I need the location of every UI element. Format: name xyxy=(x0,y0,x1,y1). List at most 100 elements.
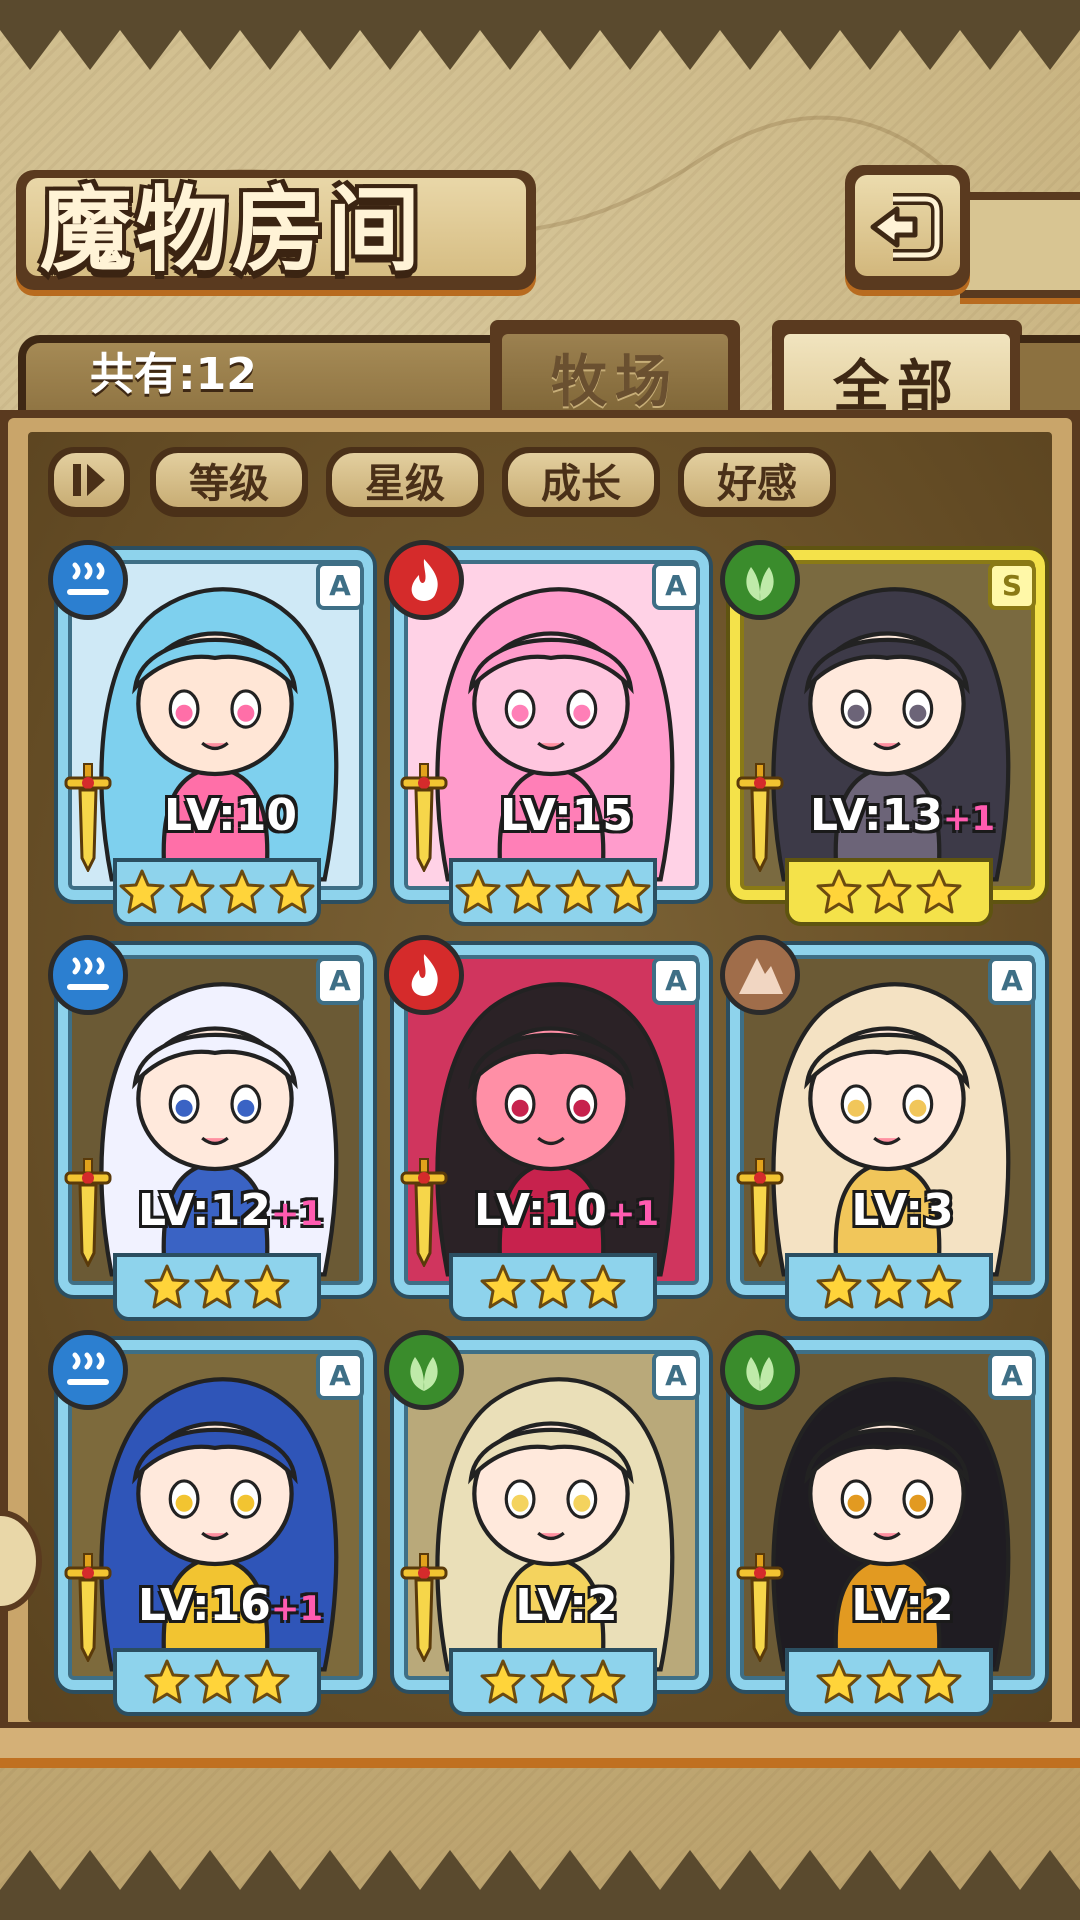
star-icon xyxy=(866,1659,912,1704)
monster-level: LV:2 xyxy=(444,1578,689,1634)
sword-icon xyxy=(400,1553,448,1662)
star-icon xyxy=(866,1264,912,1309)
level-value: LV:10 xyxy=(164,790,297,841)
star-rating xyxy=(785,1648,993,1716)
star-rating xyxy=(785,858,993,926)
monster-level: LV:12+1 xyxy=(108,1183,353,1239)
back-button[interactable] xyxy=(845,165,970,290)
star-icon xyxy=(194,1659,240,1704)
plant-element-icon xyxy=(384,1330,464,1410)
monster-card[interactable]: A LV:2 xyxy=(720,1330,1045,1716)
rank-badge: A xyxy=(652,1352,700,1400)
level-value: LV:3 xyxy=(851,1185,954,1236)
sort-by-affection-button[interactable]: 好感 xyxy=(678,447,836,517)
star-rating xyxy=(113,1648,321,1716)
star-icon xyxy=(605,869,651,914)
star-icon xyxy=(816,1659,862,1704)
sort-order-toggle[interactable] xyxy=(48,447,130,517)
monster-card[interactable]: A LV:3 xyxy=(720,935,1045,1321)
star-icon xyxy=(119,869,165,914)
rank-badge: A xyxy=(988,1352,1036,1400)
rank-badge: A xyxy=(652,957,700,1005)
monster-level: LV:10+1 xyxy=(444,1183,689,1239)
tab-ranch-label: 牧场 xyxy=(502,334,728,420)
monster-level: LV:10 xyxy=(108,788,353,844)
level-bonus: +1 xyxy=(606,1194,660,1234)
sort-by-affection-label: 好感 xyxy=(684,453,830,507)
earth-element-icon xyxy=(720,935,800,1015)
top-zigzag-border xyxy=(0,0,1080,70)
level-bonus: +1 xyxy=(270,1589,324,1629)
star-icon xyxy=(244,1659,290,1704)
fire-element-icon xyxy=(384,935,464,1015)
star-icon xyxy=(916,869,962,914)
monster-level: LV:3 xyxy=(780,1183,1025,1239)
star-rating xyxy=(449,858,657,926)
back-button-bar xyxy=(960,192,1080,298)
monster-level: LV:13+1 xyxy=(780,788,1025,844)
sort-by-level-label: 等级 xyxy=(156,453,302,507)
star-icon xyxy=(219,869,265,914)
monster-card[interactable]: A LV:10+1 xyxy=(384,935,709,1321)
sword-icon xyxy=(400,1158,448,1267)
level-value: LV:2 xyxy=(851,1580,954,1631)
star-icon xyxy=(580,1659,626,1704)
star-icon xyxy=(144,1659,190,1704)
rank-badge: A xyxy=(316,562,364,610)
monster-card[interactable]: A LV:10 xyxy=(48,540,373,926)
level-value: LV:16 xyxy=(137,1580,271,1631)
level-bonus: +1 xyxy=(270,1194,324,1234)
monster-level: LV:2 xyxy=(780,1578,1025,1634)
sword-icon xyxy=(64,1553,112,1662)
monster-card[interactable]: A LV:2 xyxy=(384,1330,709,1716)
sword-icon xyxy=(736,763,784,872)
star-icon xyxy=(144,1264,190,1309)
water-element-icon xyxy=(48,1330,128,1410)
star-rating xyxy=(113,1253,321,1321)
star-icon xyxy=(194,1264,240,1309)
level-value: LV:15 xyxy=(500,790,633,841)
monster-count: 共有:12 xyxy=(90,349,257,400)
star-icon xyxy=(866,869,912,914)
sort-by-level-button[interactable]: 等级 xyxy=(150,447,308,517)
return-arrow-icon xyxy=(870,192,943,261)
tab-ranch[interactable]: 牧场 xyxy=(490,320,740,420)
level-value: LV:12 xyxy=(137,1185,271,1236)
monster-level: LV:15 xyxy=(444,788,689,844)
monster-level: LV:16+1 xyxy=(108,1578,353,1634)
monster-card[interactable]: A LV:16+1 xyxy=(48,1330,373,1716)
level-value: LV:13 xyxy=(809,790,943,841)
level-bonus: +1 xyxy=(942,799,996,839)
star-icon xyxy=(916,1659,962,1704)
star-icon xyxy=(269,869,315,914)
star-icon xyxy=(555,869,601,914)
monster-card[interactable]: A LV:12+1 xyxy=(48,935,373,1321)
rank-badge: A xyxy=(316,957,364,1005)
rank-badge: S xyxy=(988,562,1036,610)
star-icon xyxy=(505,869,551,914)
plant-element-icon xyxy=(720,540,800,620)
water-element-icon xyxy=(48,540,128,620)
star-icon xyxy=(480,1659,526,1704)
sort-toggle-icon xyxy=(73,464,105,496)
monster-card[interactable]: S LV:13+1 xyxy=(720,540,1045,926)
star-icon xyxy=(455,869,501,914)
water-element-icon xyxy=(48,935,128,1015)
star-icon xyxy=(244,1264,290,1309)
sword-icon xyxy=(736,1553,784,1662)
level-value: LV:2 xyxy=(515,1580,618,1631)
star-rating xyxy=(785,1253,993,1321)
star-rating xyxy=(449,1253,657,1321)
star-icon xyxy=(530,1264,576,1309)
bottom-zigzag-border xyxy=(0,1850,1080,1920)
panel-bottom-rail xyxy=(0,1722,1080,1768)
star-rating xyxy=(113,858,321,926)
sword-icon xyxy=(64,763,112,872)
star-icon xyxy=(816,1264,862,1309)
plant-element-icon xyxy=(720,1330,800,1410)
sort-by-growth-button[interactable]: 成长 xyxy=(502,447,660,517)
monster-card[interactable]: A LV:15 xyxy=(384,540,709,926)
star-icon xyxy=(530,1659,576,1704)
star-icon xyxy=(816,869,862,914)
sort-by-stars-button[interactable]: 星级 xyxy=(326,447,484,517)
